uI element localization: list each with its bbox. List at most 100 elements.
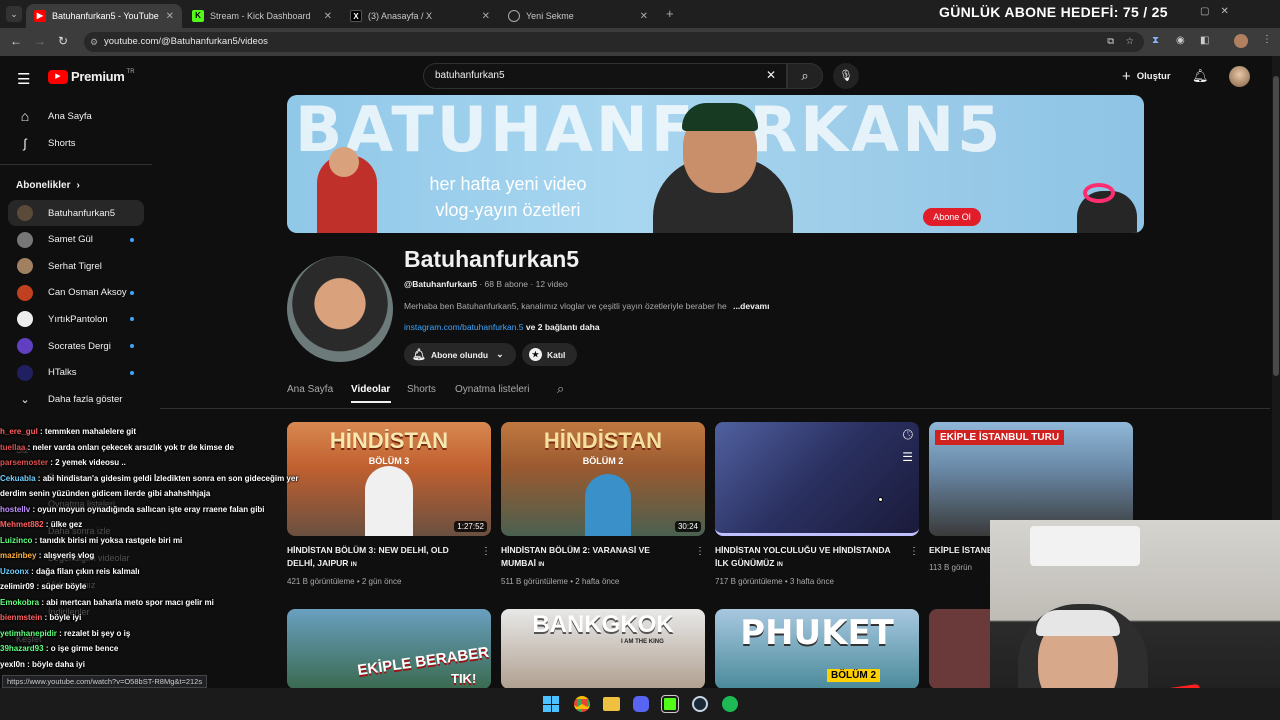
sidebar-subscription-item[interactable]: Socrates Dergi [8,333,144,359]
profile-avatar[interactable] [1234,34,1248,48]
kick-studio-icon[interactable] [661,695,679,713]
extension-icon[interactable]: ◉ [1176,35,1185,46]
video-title[interactable]: HİNDİSTAN BÖLÜM 2: VARANASİ VE MUMBAİ IN [501,544,681,572]
description-more-link[interactable]: ...devamı [733,301,769,311]
tab-x[interactable]: X (3) Anasayfa / X ✕ [342,4,498,28]
sidebar-subscription-item[interactable]: HTalks [8,360,144,386]
watch-later-clock-icon[interactable]: 🕓︎ [903,427,913,443]
description-text: Merhaba ben Batuhanfurkan5, kanalımız vl… [404,301,727,311]
close-icon[interactable]: ✕ [640,11,648,22]
video-title[interactable]: EKİPLE İSTANB [929,544,991,557]
chat-text: : rezalet bi şey o iş [56,628,131,638]
subscribed-button[interactable]: 🔔︎ Abone olundu ⌄ [404,343,516,366]
video-thumbnail[interactable]: 🕓︎ ☰ [715,422,919,536]
account-avatar[interactable] [1229,66,1250,87]
search-box[interactable]: batuhanfurkan5 ✕ [423,63,787,89]
sidebar-item-label: Ana Sayfa [48,110,92,122]
tab-youtube[interactable]: ▶ Batuhanfurkan5 - YouTube ✕ [26,4,182,28]
sidebar-show-more[interactable]: ⌄ Daha fazla göster [8,386,144,412]
bookmark-star-icon[interactable]: ☆ [1125,32,1134,52]
logo-text: Premium [71,69,125,84]
channel-avatar [17,338,33,354]
browser-tab-bar: ⌄ ▶ Batuhanfurkan5 - YouTube ✕ K Stream … [0,0,1280,28]
discord-icon[interactable] [633,696,649,712]
video-thumbnail[interactable]: EKİPLE İSTANBUL TURU [929,422,1133,536]
kick-favicon-icon: K [192,10,204,22]
search-button[interactable]: ⌕ [787,63,823,89]
youtube-play-icon: ▶ [48,69,68,84]
site-info-icon[interactable]: ⚙ [90,32,98,52]
create-button[interactable]: + Oluştur [1112,63,1174,89]
tab-home[interactable]: Ana Sayfa [287,384,333,395]
video-menu-kebab-icon[interactable]: ⋮ [481,546,491,557]
sidebar-subscription-item[interactable]: Serhat Tigrel [8,253,144,279]
sidebar-item-home[interactable]: ⌂ Ana Sayfa [8,103,144,129]
tab-shorts[interactable]: Shorts [407,384,436,395]
video-thumbnail[interactable] [929,609,991,689]
subscriptions-header[interactable]: Abonelikler › [16,180,80,191]
chat-username: hostellv [0,504,31,514]
tab-search-chevron-icon[interactable]: ⌄ [6,6,22,22]
back-arrow-icon[interactable]: ← [10,34,22,48]
channel-description[interactable]: Merhaba ben Batuhanfurkan5, kanalımız vl… [404,301,769,311]
subscriptions-title: Abonelikler [16,180,71,191]
reload-icon[interactable]: ↻ [58,34,68,48]
clear-search-icon[interactable]: ✕ [766,68,776,82]
sidebar-subscription-item[interactable]: Batuhanfurkan5 [8,200,144,226]
video-duration: 30:24 [674,521,701,532]
channel-search-icon[interactable]: ⌕ [557,381,564,397]
create-label: Oluştur [1136,70,1171,82]
chevron-right-icon: › [76,180,80,191]
chat-text: : alışveriş vlog [36,551,95,560]
sidebar-item-shorts[interactable]: ʃ Shorts [8,130,144,156]
video-menu-kebab-icon[interactable]: ⋮ [909,546,919,557]
video-title[interactable]: HİNDİSTAN YOLCULUĞU VE HİNDİSTANDA İLK G… [715,544,895,572]
channel-avatar [17,258,33,275]
video-thumbnail[interactable]: PHUKET BÖLÜM 2 [715,609,919,689]
close-icon[interactable]: ✕ [324,11,332,22]
youtube-favicon-icon: ▶ [34,10,46,22]
install-app-icon[interactable]: ⧉ [1107,32,1114,52]
youtube-premium-logo[interactable]: ▶ Premium TR [48,69,135,84]
sidebar-item-label: YırtıkPantolon [48,313,108,325]
new-tab-plus-icon[interactable]: + [666,6,674,21]
extension-icon[interactable]: ⧗ [1152,35,1159,46]
sidebar-subscription-item[interactable]: Can Osman Aksoy [8,280,144,306]
banner-channel-text: BATUHANFURKAN5 [295,95,1004,166]
video-thumbnail[interactable]: BANKGKOK I AM THE KING [501,609,705,689]
file-explorer-icon[interactable] [603,697,620,711]
tab-new[interactable]: Yeni Sekme ✕ [500,4,656,28]
video-menu-kebab-icon[interactable]: ⋮ [695,546,705,557]
channel-avatar[interactable] [287,256,393,362]
forward-arrow-icon[interactable]: → [34,34,46,48]
video-views: 113 B görün [929,563,972,572]
tab-playlists[interactable]: Oynatma listeleri [455,384,529,395]
join-button[interactable]: ★ Katıl [522,343,577,366]
more-links[interactable]: ve 2 bağlantı daha [524,322,600,332]
voice-search-button[interactable]: 🎙 [833,63,859,89]
add-to-queue-icon[interactable]: ☰ [902,450,913,464]
url-field[interactable]: ⚙ youtube.com/@Batuhanfurkan5/videos ⧉ ☆ [84,32,1144,52]
banner-subscribe-button[interactable]: Abone Ol [923,208,981,226]
hamburger-menu-icon[interactable]: ☰ [17,70,30,88]
tab-videos[interactable]: Videolar [351,384,390,395]
close-icon[interactable]: ✕ [482,11,490,22]
chat-message: zelimir09 : süper böyle [0,579,330,595]
chrome-icon[interactable] [574,696,590,712]
chat-text: : dağa filan çıkın reis kalmalı [28,566,140,576]
sidebar-item-label: Can Osman Aksoy [48,287,127,299]
search-input[interactable]: batuhanfurkan5 [435,70,505,81]
spotify-icon[interactable] [722,696,738,712]
sidebar-subscription-item[interactable]: Samet Gül [8,227,144,253]
windows-start-icon[interactable] [543,696,559,712]
sidebar-subscription-item[interactable]: YırtıkPantolon [8,306,144,332]
video-thumbnail[interactable]: HİNDİSTAN BÖLÜM 2 30:24 [501,422,705,536]
close-icon[interactable]: ✕ [166,11,174,22]
steam-icon[interactable] [692,696,708,712]
tab-kick[interactable]: K Stream - Kick Dashboard ✕ [184,4,340,28]
extensions-puzzle-icon[interactable]: ◧ [1200,35,1209,46]
menu-kebab-icon[interactable]: ⋮ [1262,34,1272,45]
instagram-link[interactable]: instagram.com/batuhanfurkan.5 [404,322,524,332]
scrollbar-thumb[interactable] [1273,76,1279,376]
notifications-bell-icon[interactable]: 🔔︎ [1192,68,1209,84]
